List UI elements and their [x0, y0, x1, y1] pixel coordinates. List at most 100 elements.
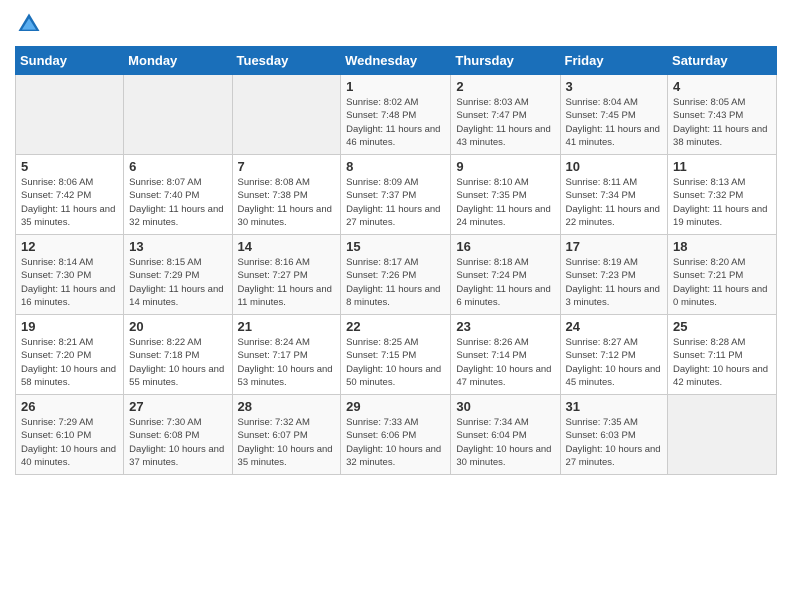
- calendar-cell: 20 Sunrise: 8:22 AM Sunset: 7:18 PM Dayli…: [124, 315, 232, 395]
- day-info: Sunrise: 8:05 AM Sunset: 7:43 PM Dayligh…: [673, 96, 771, 149]
- calendar-cell: 28Sunrise: 7:32 AM Sunset: 6:07 PM Dayli…: [232, 395, 341, 475]
- calendar-header-row: SundayMondayTuesdayWednesdayThursdayFrid…: [16, 47, 777, 75]
- day-number: 30: [456, 399, 554, 414]
- day-number: 23: [456, 319, 554, 334]
- calendar-cell: 11Sunrise: 8:13 AM Sunset: 7:32 PM Dayli…: [668, 155, 777, 235]
- day-info: Sunrise: 8:19 AM Sunset: 7:23 PM Dayligh…: [566, 256, 663, 309]
- day-number: 21: [238, 319, 336, 334]
- day-info: Sunrise: 7:30 AM Sunset: 6:08 PM Dayligh…: [129, 416, 226, 469]
- day-info: Sunrise: 8:24 AM Sunset: 7:17 PM Dayligh…: [238, 336, 336, 389]
- day-info: Sunrise: 8:26 AM Sunset: 7:14 PM Dayligh…: [456, 336, 554, 389]
- calendar-cell: 14 Sunrise: 8:16 AM Sunset: 7:27 PM Dayli…: [232, 235, 341, 315]
- weekday-header: Saturday: [668, 47, 777, 75]
- day-number: 25: [673, 319, 771, 334]
- day-number: 28: [238, 399, 336, 414]
- weekday-header: Thursday: [451, 47, 560, 75]
- weekday-header: Wednesday: [341, 47, 451, 75]
- calendar-cell: 31Sunrise: 7:35 AM Sunset: 6:03 PM Dayli…: [560, 395, 668, 475]
- calendar-cell: 29 Sunrise: 7:33 AM Sunset: 6:06 PM Dayli…: [341, 395, 451, 475]
- weekday-header: Sunday: [16, 47, 124, 75]
- calendar-cell: 5Sunrise: 8:06 AM Sunset: 7:42 PM Daylig…: [16, 155, 124, 235]
- calendar-cell: 9Sunrise: 8:10 AM Sunset: 7:35 PM Daylig…: [451, 155, 560, 235]
- day-number: 10: [566, 159, 663, 174]
- weekday-header: Friday: [560, 47, 668, 75]
- day-info: Sunrise: 8:20 AM Sunset: 7:21 PM Dayligh…: [673, 256, 771, 309]
- day-info: Sunrise: 8:15 AM Sunset: 7:29 PM Dayligh…: [129, 256, 226, 309]
- day-number: 7: [238, 159, 336, 174]
- calendar-cell: 25Sunrise: 8:28 AM Sunset: 7:11 PM Dayli…: [668, 315, 777, 395]
- day-number: 17: [566, 239, 663, 254]
- calendar-cell: 16Sunrise: 8:18 AM Sunset: 7:24 PM Dayli…: [451, 235, 560, 315]
- day-number: 27: [129, 399, 226, 414]
- calendar-cell: 27 Sunrise: 7:30 AM Sunset: 6:08 PM Dayli…: [124, 395, 232, 475]
- calendar-cell: 4 Sunrise: 8:05 AM Sunset: 7:43 PM Daylig…: [668, 75, 777, 155]
- day-number: 13: [129, 239, 226, 254]
- weekday-header: Tuesday: [232, 47, 341, 75]
- page-container: SundayMondayTuesdayWednesdayThursdayFrid…: [0, 0, 792, 485]
- calendar-cell: [232, 75, 341, 155]
- day-number: 29: [346, 399, 445, 414]
- calendar-cell: 10 Sunrise: 8:11 AM Sunset: 7:34 PM Dayli…: [560, 155, 668, 235]
- day-number: 18: [673, 239, 771, 254]
- day-info: Sunrise: 8:17 AM Sunset: 7:26 PM Dayligh…: [346, 256, 445, 309]
- day-info: Sunrise: 8:07 AM Sunset: 7:40 PM Dayligh…: [129, 176, 226, 229]
- calendar-cell: 2Sunrise: 8:03 AM Sunset: 7:47 PM Daylig…: [451, 75, 560, 155]
- day-info: Sunrise: 8:21 AM Sunset: 7:20 PM Dayligh…: [21, 336, 118, 389]
- calendar-cell: 23 Sunrise: 8:26 AM Sunset: 7:14 PM Dayli…: [451, 315, 560, 395]
- calendar-cell: [124, 75, 232, 155]
- day-info: Sunrise: 8:25 AM Sunset: 7:15 PM Dayligh…: [346, 336, 445, 389]
- day-number: 14: [238, 239, 336, 254]
- day-info: Sunrise: 8:03 AM Sunset: 7:47 PM Dayligh…: [456, 96, 554, 149]
- calendar-cell: 30 Sunrise: 7:34 AM Sunset: 6:04 PM Dayli…: [451, 395, 560, 475]
- day-info: Sunrise: 8:08 AM Sunset: 7:38 PM Dayligh…: [238, 176, 336, 229]
- day-info: Sunrise: 8:09 AM Sunset: 7:37 PM Dayligh…: [346, 176, 445, 229]
- day-number: 5: [21, 159, 118, 174]
- day-number: 20: [129, 319, 226, 334]
- calendar-cell: 12 Sunrise: 8:14 AM Sunset: 7:30 PM Dayli…: [16, 235, 124, 315]
- calendar-week-row: 12 Sunrise: 8:14 AM Sunset: 7:30 PM Dayli…: [16, 235, 777, 315]
- day-number: 6: [129, 159, 226, 174]
- calendar-week-row: 19 Sunrise: 8:21 AM Sunset: 7:20 PM Dayli…: [16, 315, 777, 395]
- day-number: 1: [346, 79, 445, 94]
- calendar-cell: 18 Sunrise: 8:20 AM Sunset: 7:21 PM Dayli…: [668, 235, 777, 315]
- day-number: 3: [566, 79, 663, 94]
- calendar-week-row: 5Sunrise: 8:06 AM Sunset: 7:42 PM Daylig…: [16, 155, 777, 235]
- day-info: Sunrise: 8:11 AM Sunset: 7:34 PM Dayligh…: [566, 176, 663, 229]
- day-info: Sunrise: 7:35 AM Sunset: 6:03 PM Dayligh…: [566, 416, 663, 469]
- day-number: 12: [21, 239, 118, 254]
- calendar-week-row: 26Sunrise: 7:29 AM Sunset: 6:10 PM Dayli…: [16, 395, 777, 475]
- day-number: 24: [566, 319, 663, 334]
- day-number: 4: [673, 79, 771, 94]
- calendar-cell: 17 Sunrise: 8:19 AM Sunset: 7:23 PM Dayli…: [560, 235, 668, 315]
- day-number: 11: [673, 159, 771, 174]
- day-info: Sunrise: 7:34 AM Sunset: 6:04 PM Dayligh…: [456, 416, 554, 469]
- calendar-cell: 24 Sunrise: 8:27 AM Sunset: 7:12 PM Dayli…: [560, 315, 668, 395]
- logo: [15, 10, 47, 38]
- weekday-header: Monday: [124, 47, 232, 75]
- calendar-cell: 8 Sunrise: 8:09 AM Sunset: 7:37 PM Daylig…: [341, 155, 451, 235]
- calendar-cell: 7 Sunrise: 8:08 AM Sunset: 7:38 PM Daylig…: [232, 155, 341, 235]
- calendar-cell: 6 Sunrise: 8:07 AM Sunset: 7:40 PM Daylig…: [124, 155, 232, 235]
- calendar-cell: 19 Sunrise: 8:21 AM Sunset: 7:20 PM Dayli…: [16, 315, 124, 395]
- day-number: 15: [346, 239, 445, 254]
- day-number: 16: [456, 239, 554, 254]
- calendar-cell: 13 Sunrise: 8:15 AM Sunset: 7:29 PM Dayli…: [124, 235, 232, 315]
- day-info: Sunrise: 7:33 AM Sunset: 6:06 PM Dayligh…: [346, 416, 445, 469]
- day-info: Sunrise: 8:16 AM Sunset: 7:27 PM Dayligh…: [238, 256, 336, 309]
- calendar-cell: 1 Sunrise: 8:02 AM Sunset: 7:48 PM Daylig…: [341, 75, 451, 155]
- day-info: Sunrise: 7:29 AM Sunset: 6:10 PM Dayligh…: [21, 416, 118, 469]
- day-info: Sunrise: 8:14 AM Sunset: 7:30 PM Dayligh…: [21, 256, 118, 309]
- calendar-cell: 3Sunrise: 8:04 AM Sunset: 7:45 PM Daylig…: [560, 75, 668, 155]
- day-number: 8: [346, 159, 445, 174]
- header: [15, 10, 777, 38]
- calendar-cell: [16, 75, 124, 155]
- calendar-cell: 15 Sunrise: 8:17 AM Sunset: 7:26 PM Dayli…: [341, 235, 451, 315]
- calendar-week-row: 1 Sunrise: 8:02 AM Sunset: 7:48 PM Daylig…: [16, 75, 777, 155]
- calendar-cell: 26Sunrise: 7:29 AM Sunset: 6:10 PM Dayli…: [16, 395, 124, 475]
- day-info: Sunrise: 8:10 AM Sunset: 7:35 PM Dayligh…: [456, 176, 554, 229]
- day-info: Sunrise: 8:02 AM Sunset: 7:48 PM Dayligh…: [346, 96, 445, 149]
- day-info: Sunrise: 8:22 AM Sunset: 7:18 PM Dayligh…: [129, 336, 226, 389]
- day-number: 19: [21, 319, 118, 334]
- calendar-cell: 21 Sunrise: 8:24 AM Sunset: 7:17 PM Dayli…: [232, 315, 341, 395]
- day-info: Sunrise: 8:27 AM Sunset: 7:12 PM Dayligh…: [566, 336, 663, 389]
